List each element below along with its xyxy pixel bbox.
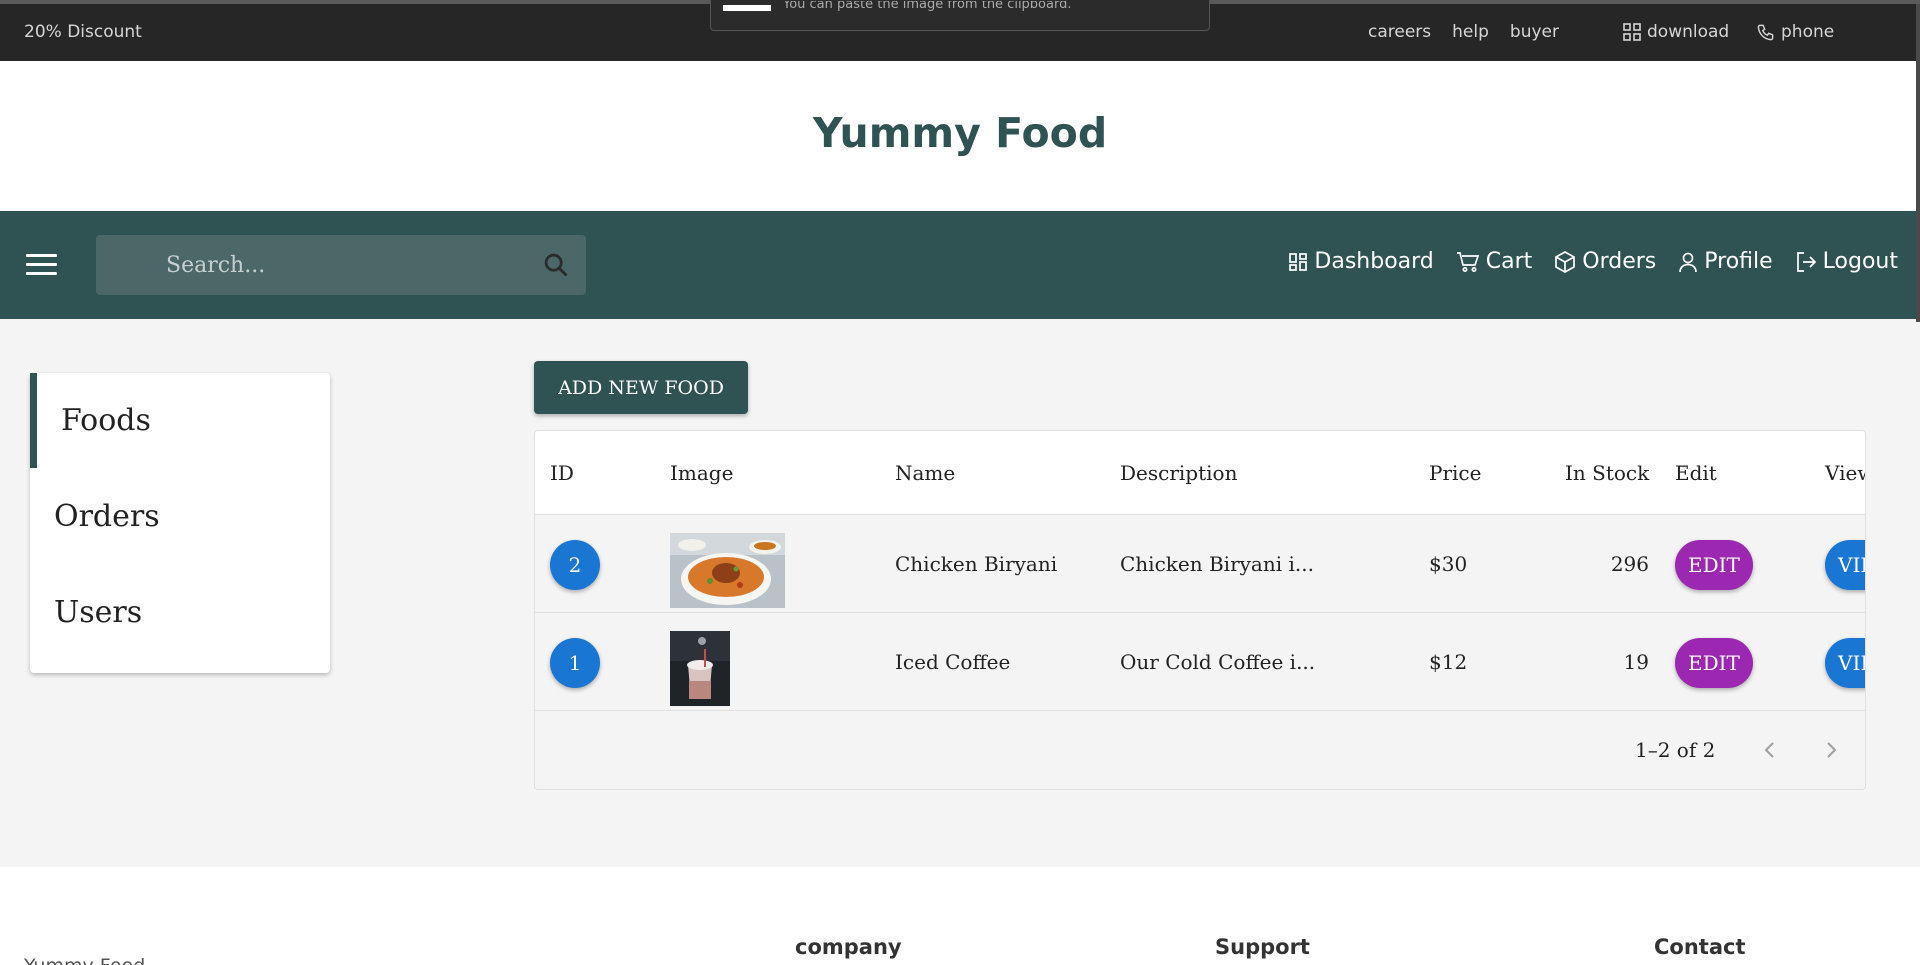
col-description[interactable]: Description: [1120, 461, 1237, 485]
add-new-food-button[interactable]: ADD NEW FOOD: [534, 361, 748, 414]
food-stock: 296: [1610, 552, 1649, 576]
food-description: Our Cold Coffee i...: [1120, 650, 1316, 674]
view-button[interactable]: VIEW: [1825, 540, 1865, 590]
nav-dashboard[interactable]: Dashboard: [1288, 249, 1434, 274]
main-nav: Dashboard Cart Orders Profile Logout: [0, 211, 1920, 319]
phone-icon: [1757, 24, 1774, 40]
chevron-right-icon[interactable]: [1820, 739, 1842, 761]
footer-heading-contact: Contact: [1654, 935, 1746, 959]
search-input[interactable]: [166, 247, 506, 283]
edit-button[interactable]: EDIT: [1675, 540, 1753, 590]
view-button[interactable]: VIEW: [1825, 638, 1865, 688]
food-price: $30: [1429, 552, 1468, 576]
pagination-range: 1–2 of 2: [1635, 738, 1716, 762]
chicken-biryani-image: [670, 533, 785, 608]
table-header: ID Image Name Description Price In Stock…: [535, 431, 1865, 515]
foods-table: ID Image Name Description Price In Stock…: [534, 430, 1866, 790]
footer-heading-company: company: [795, 935, 902, 959]
phone-link[interactable]: phone: [1756, 22, 1834, 42]
top-links: careers help buyer: [1368, 22, 1580, 42]
footer-heading-support: Support: [1215, 935, 1310, 959]
col-id[interactable]: ID: [550, 461, 574, 485]
phone-label: phone: [1781, 22, 1835, 42]
col-in-stock[interactable]: In Stock: [1565, 461, 1649, 485]
edit-button[interactable]: EDIT: [1675, 638, 1753, 688]
brand-header: Yummy Food: [0, 61, 1920, 211]
search-icon[interactable]: [542, 251, 570, 279]
cart-icon: [1456, 251, 1479, 272]
nav-logout-label: Logout: [1822, 249, 1898, 274]
food-price: $12: [1429, 650, 1468, 674]
menu-icon[interactable]: [26, 254, 57, 276]
grid-icon: [1623, 23, 1641, 41]
id-badge: 2: [550, 540, 600, 590]
download-label: download: [1647, 22, 1730, 42]
nav-profile-label: Profile: [1704, 249, 1773, 274]
col-view[interactable]: View: [1825, 461, 1865, 485]
table-row: 2 Chicken Biryani Chicken Biryani i... $…: [535, 515, 1865, 613]
dashboard-icon: [1289, 252, 1308, 271]
buyer-link[interactable]: buyer: [1510, 22, 1559, 42]
search-box: [96, 235, 586, 295]
logout-icon: [1796, 251, 1816, 272]
careers-link[interactable]: careers: [1368, 22, 1431, 42]
download-link[interactable]: download: [1623, 22, 1729, 42]
footer-brand[interactable]: Yummy Food: [24, 955, 145, 965]
nav-orders-label: Orders: [1582, 249, 1657, 274]
sidebar-item-orders[interactable]: Orders: [30, 469, 330, 564]
nav-dashboard-label: Dashboard: [1314, 249, 1434, 274]
sidebar: Foods Orders Users: [30, 373, 330, 673]
food-name: Iced Coffee: [895, 650, 1011, 674]
nav-cart-label: Cart: [1485, 249, 1533, 274]
food-description: Chicken Biryani i...: [1120, 552, 1314, 576]
help-link[interactable]: help: [1452, 22, 1489, 42]
sidebar-item-foods[interactable]: Foods: [30, 373, 330, 468]
nav-logout[interactable]: Logout: [1795, 249, 1898, 274]
user-icon: [1679, 252, 1698, 272]
toast-image: [723, 5, 771, 11]
id-badge: 1: [550, 638, 600, 688]
food-name: Chicken Biryani: [895, 552, 1058, 576]
clipboard-toast: You can paste the image from the clipboa…: [710, 0, 1210, 31]
col-edit[interactable]: Edit: [1675, 461, 1717, 485]
toast-message: You can paste the image from the clipboa…: [783, 1, 1072, 12]
box-icon: [1555, 250, 1576, 273]
chevron-left-icon[interactable]: [1759, 739, 1781, 761]
page-scrollbar[interactable]: [1916, 4, 1920, 322]
discount-text: 20% Discount: [24, 22, 142, 42]
top-bar: 20% Discount careers help buyer download…: [0, 0, 1920, 61]
footer: Yummy Food company Support Contact: [0, 867, 1920, 965]
col-image[interactable]: Image: [670, 461, 733, 485]
nav-cart[interactable]: Cart: [1456, 249, 1533, 274]
sidebar-item-users[interactable]: Users: [30, 565, 330, 660]
table-pagination: 1–2 of 2: [535, 711, 1865, 789]
iced-coffee-image: [670, 631, 730, 706]
site-title[interactable]: Yummy Food: [0, 109, 1920, 157]
table-row: 1 Iced Coffee Our Cold Coffee i... $12 1…: [535, 613, 1865, 711]
col-name[interactable]: Name: [895, 461, 955, 485]
nav-profile[interactable]: Profile: [1678, 249, 1773, 274]
col-price[interactable]: Price: [1429, 461, 1481, 485]
nav-orders[interactable]: Orders: [1554, 249, 1656, 274]
food-stock: 19: [1623, 650, 1649, 674]
nav-links: Dashboard Cart Orders Profile Logout: [1288, 249, 1898, 274]
